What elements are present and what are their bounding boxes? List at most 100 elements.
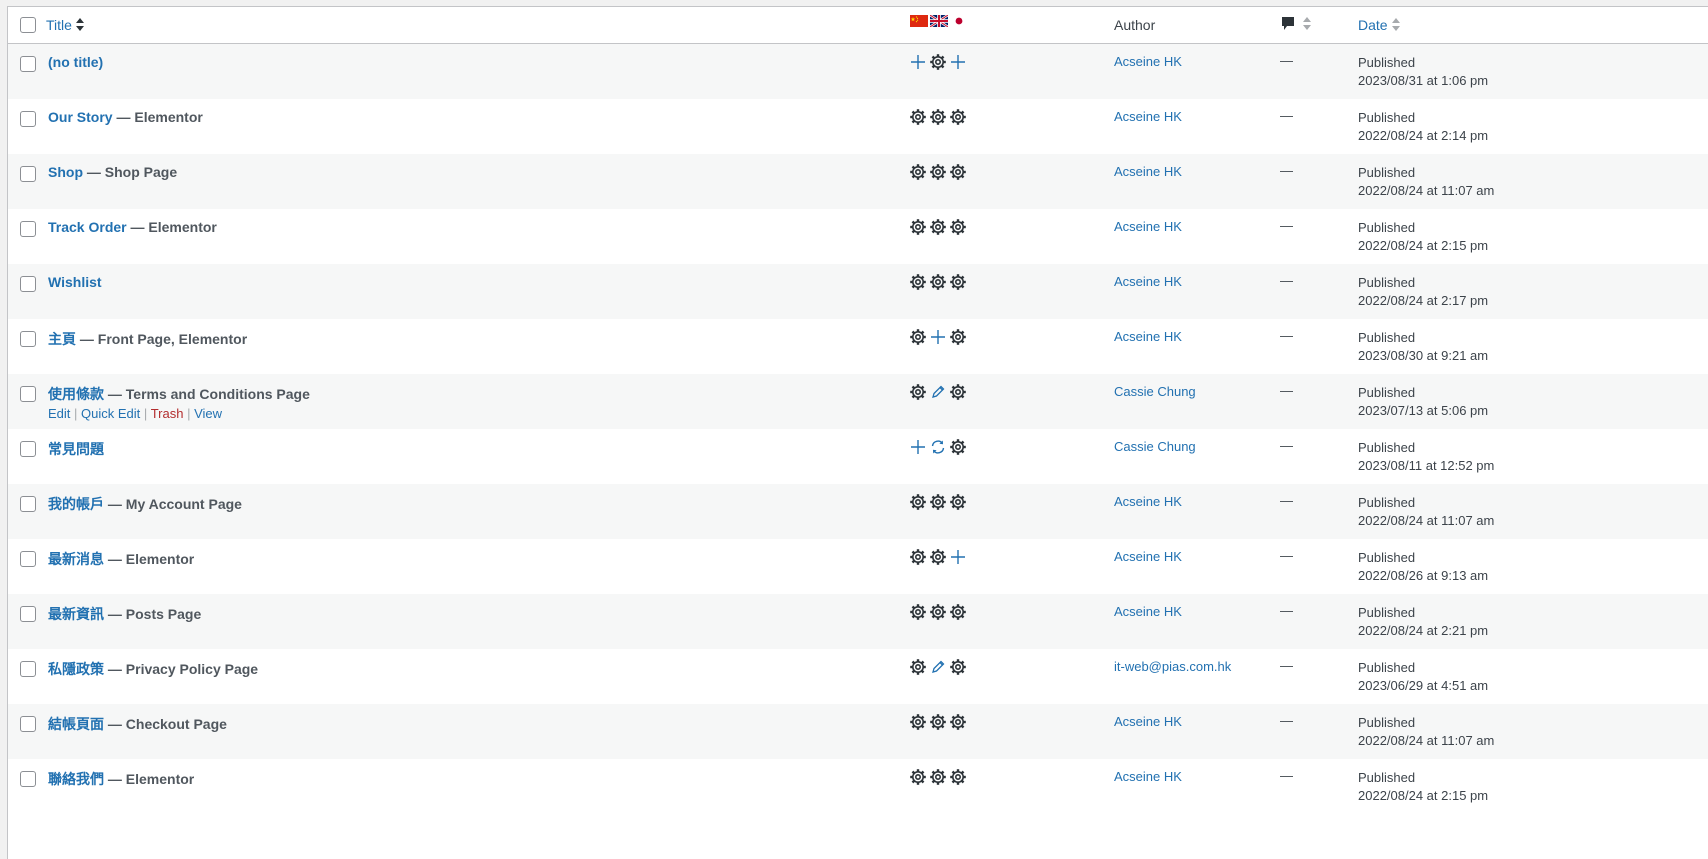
author-link[interactable]: Acseine HK: [1114, 604, 1182, 619]
page-title-link[interactable]: (no title): [48, 54, 103, 70]
edit-link[interactable]: Edit: [48, 406, 70, 421]
row-checkbox[interactable]: [20, 441, 36, 457]
author-link[interactable]: Acseine HK: [1114, 494, 1182, 509]
page-title-link[interactable]: 結帳頁面: [48, 716, 104, 732]
author-link[interactable]: Acseine HK: [1114, 109, 1182, 124]
edit-translation-icon[interactable]: [929, 658, 947, 676]
gear-icon[interactable]: [929, 53, 947, 71]
gear-icon[interactable]: [949, 328, 967, 346]
gear-icon[interactable]: [949, 713, 967, 731]
gear-icon[interactable]: [949, 768, 967, 786]
gear-icon[interactable]: [929, 493, 947, 511]
author-link[interactable]: Cassie Chung: [1114, 384, 1196, 399]
add-translation-icon[interactable]: [909, 53, 927, 71]
publish-date: 2022/08/24 at 2:15 pm: [1358, 788, 1489, 803]
page-title-link[interactable]: 使用條款: [48, 386, 104, 402]
gear-icon[interactable]: [929, 163, 947, 181]
row-checkbox[interactable]: [20, 221, 36, 237]
page-title-link[interactable]: 常見問題: [48, 441, 104, 457]
author-link[interactable]: Cassie Chung: [1114, 439, 1196, 454]
gear-icon[interactable]: [909, 218, 927, 236]
row-checkbox[interactable]: [20, 331, 36, 347]
row-checkbox[interactable]: [20, 386, 36, 402]
page-title-link[interactable]: 最新資訊: [48, 606, 104, 622]
row-checkbox[interactable]: [20, 166, 36, 182]
row-checkbox[interactable]: [20, 496, 36, 512]
page-title-link[interactable]: 聯絡我們: [48, 771, 104, 787]
gear-icon[interactable]: [949, 108, 967, 126]
gear-icon[interactable]: [909, 108, 927, 126]
gear-icon[interactable]: [949, 603, 967, 621]
author-link[interactable]: Acseine HK: [1114, 549, 1182, 564]
sync-icon[interactable]: [929, 438, 947, 456]
gear-icon[interactable]: [909, 493, 927, 511]
row-checkbox[interactable]: [20, 56, 36, 72]
date-sort-link[interactable]: Date: [1358, 17, 1388, 33]
author-link[interactable]: it-web@pias.com.hk: [1114, 659, 1231, 674]
page-title-link[interactable]: 最新消息: [48, 551, 104, 567]
gear-icon[interactable]: [949, 273, 967, 291]
add-translation-icon[interactable]: [949, 53, 967, 71]
author-link[interactable]: Acseine HK: [1114, 274, 1182, 289]
row-checkbox[interactable]: [20, 276, 36, 292]
gear-icon[interactable]: [949, 658, 967, 676]
gear-icon[interactable]: [949, 383, 967, 401]
china-flag-icon[interactable]: [910, 15, 928, 27]
add-translation-icon[interactable]: [949, 548, 967, 566]
page-title-link[interactable]: 私隱政策: [48, 661, 104, 677]
row-checkbox[interactable]: [20, 716, 36, 732]
gear-icon[interactable]: [909, 273, 927, 291]
row-checkbox[interactable]: [20, 111, 36, 127]
date-column-header[interactable]: Date: [1358, 17, 1400, 33]
select-all-checkbox[interactable]: [20, 17, 36, 33]
edit-translation-icon[interactable]: [929, 383, 947, 401]
page-title-link[interactable]: Wishlist: [48, 274, 102, 290]
author-link[interactable]: Acseine HK: [1114, 769, 1182, 784]
quick-edit-link[interactable]: Quick Edit: [81, 406, 140, 421]
row-checkbox[interactable]: [20, 771, 36, 787]
translation-status: [909, 768, 967, 786]
author-link[interactable]: Acseine HK: [1114, 219, 1182, 234]
gear-icon[interactable]: [909, 328, 927, 346]
author-link[interactable]: Acseine HK: [1114, 329, 1182, 344]
row-checkbox[interactable]: [20, 551, 36, 567]
page-title-link[interactable]: 主頁: [48, 331, 76, 347]
gear-icon[interactable]: [909, 658, 927, 676]
gear-icon[interactable]: [949, 493, 967, 511]
comments-column-header[interactable]: [1281, 16, 1311, 32]
gear-icon[interactable]: [929, 108, 947, 126]
gear-icon[interactable]: [929, 273, 947, 291]
row-checkbox[interactable]: [20, 606, 36, 622]
page-title-link[interactable]: 我的帳戶: [48, 496, 104, 512]
row-title: 最新資訊 — Posts Page: [48, 604, 201, 624]
gear-icon[interactable]: [909, 548, 927, 566]
add-translation-icon[interactable]: [929, 328, 947, 346]
page-title-link[interactable]: Shop: [48, 164, 83, 180]
gear-icon[interactable]: [929, 768, 947, 786]
gear-icon[interactable]: [929, 218, 947, 236]
uk-flag-icon[interactable]: [930, 15, 948, 27]
trash-link[interactable]: Trash: [151, 406, 184, 421]
title-column-header[interactable]: Title: [46, 17, 84, 33]
gear-icon[interactable]: [929, 713, 947, 731]
add-translation-icon[interactable]: [909, 438, 927, 456]
page-title-link[interactable]: Our Story: [48, 109, 113, 125]
gear-icon[interactable]: [909, 383, 927, 401]
gear-icon[interactable]: [909, 768, 927, 786]
row-checkbox[interactable]: [20, 661, 36, 677]
gear-icon[interactable]: [909, 713, 927, 731]
author-link[interactable]: Acseine HK: [1114, 714, 1182, 729]
author-link[interactable]: Acseine HK: [1114, 164, 1182, 179]
view-link[interactable]: View: [194, 406, 222, 421]
gear-icon[interactable]: [949, 438, 967, 456]
title-sort-link[interactable]: Title: [46, 17, 72, 33]
author-link[interactable]: Acseine HK: [1114, 54, 1182, 69]
gear-icon[interactable]: [929, 603, 947, 621]
gear-icon[interactable]: [929, 548, 947, 566]
page-title-link[interactable]: Track Order: [48, 219, 127, 235]
gear-icon[interactable]: [909, 603, 927, 621]
gear-icon[interactable]: [949, 163, 967, 181]
gear-icon[interactable]: [949, 218, 967, 236]
japan-flag-icon[interactable]: [950, 15, 968, 27]
gear-icon[interactable]: [909, 163, 927, 181]
